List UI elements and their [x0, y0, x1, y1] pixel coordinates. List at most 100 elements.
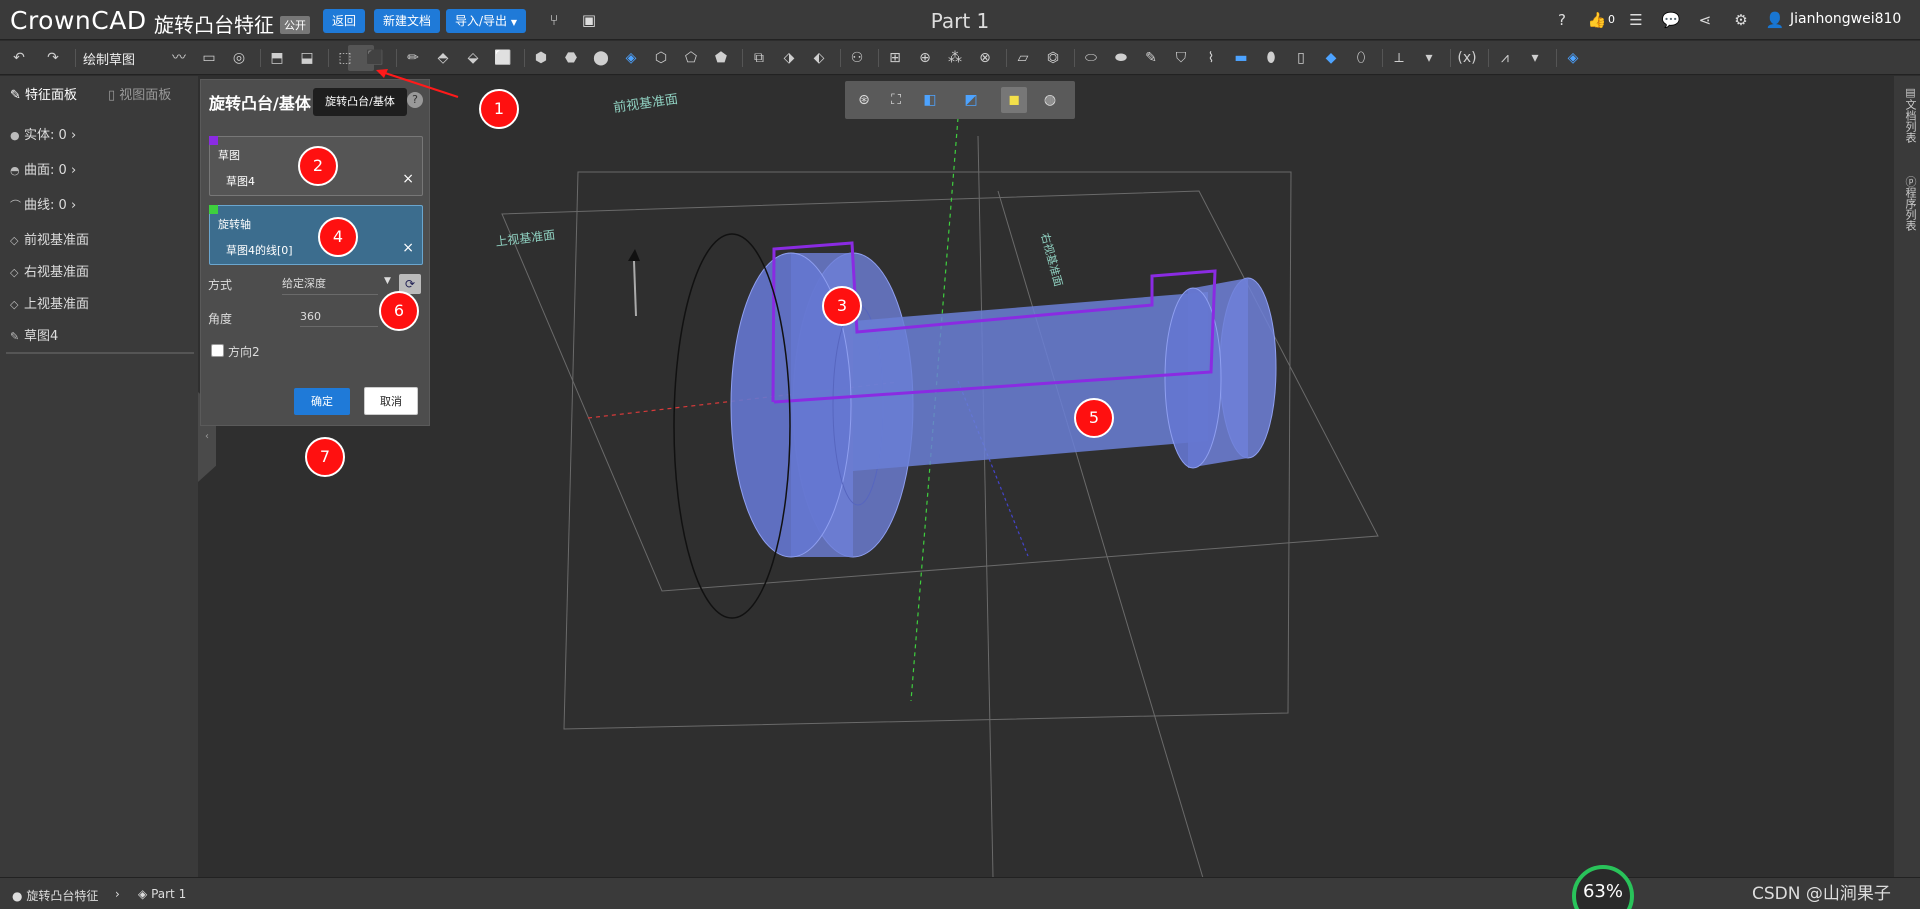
toolbar-tool-icon[interactable]: ⁂: [944, 48, 966, 68]
toolbar-tool-icon[interactable]: ◈: [1562, 48, 1584, 68]
toolbar-tool-icon[interactable]: ⊗: [974, 48, 996, 68]
thumbs-up-icon[interactable]: 👍: [1587, 10, 1607, 30]
toolbar-divider: [878, 49, 879, 67]
toolbar-tool-icon[interactable]: ▯: [1290, 48, 1312, 68]
toolbar-tool-icon[interactable]: ⬜: [492, 48, 514, 68]
tab-view-panel[interactable]: ▯ 视图面板: [108, 84, 171, 103]
toolbar-tool-icon[interactable]: (x): [1456, 48, 1478, 68]
toolbar-tool-icon[interactable]: ◎: [228, 48, 250, 68]
import-export-button[interactable]: 导入/导出 ▼: [446, 9, 527, 33]
toolbar-tool-icon[interactable]: ▬: [1230, 48, 1252, 68]
sketch-clear-icon[interactable]: ×: [402, 171, 414, 187]
breadcrumb-part[interactable]: ◈ Part 1: [138, 887, 186, 901]
toolbar-tool-icon[interactable]: ⚇: [846, 48, 868, 68]
save-icon[interactable]: ▣: [579, 10, 599, 30]
front-plane-label: 前视基准面: [612, 91, 678, 115]
toolbar-divider: [1382, 49, 1383, 67]
toolbar-tool-icon[interactable]: ▭: [198, 48, 220, 68]
new-document-button[interactable]: 新建文档: [374, 9, 441, 33]
sketch-field-label: 草图: [218, 149, 240, 162]
toolbar-tool-icon[interactable]: ⬗: [778, 48, 800, 68]
shaded-display-icon[interactable]: ◼: [1003, 90, 1025, 110]
chevron-down-icon[interactable]: ▼: [384, 276, 391, 286]
3d-viewport[interactable]: 前视基准面 上视基准面 右视基准面 前 Y X: [198, 76, 1894, 877]
toolbar-divider: [1450, 49, 1451, 67]
tree-item-surfaces[interactable]: ◓ 曲面: 0 ›: [10, 159, 76, 178]
toolbar-tool-icon[interactable]: ⊞: [884, 48, 906, 68]
help-icon[interactable]: ?: [1552, 10, 1572, 30]
tree-item-solids[interactable]: ● 实体: 0 ›: [10, 124, 76, 143]
share-icon[interactable]: ⋖: [1695, 10, 1715, 30]
toolbar-tool-icon[interactable]: ⬬: [1110, 48, 1132, 68]
toolbar-tool-icon[interactable]: ⬖: [808, 48, 830, 68]
toolbar-tool-icon[interactable]: ⩘: [1494, 48, 1516, 68]
tree-item-top-plane[interactable]: ◇ 上视基准面: [10, 293, 89, 312]
toolbar-tool-icon[interactable]: ⬡: [650, 48, 672, 68]
method-select[interactable]: 给定深度: [282, 275, 378, 295]
toolbar-tool-icon[interactable]: ⬢: [530, 48, 552, 68]
direction2-checkbox[interactable]: [211, 344, 224, 357]
ok-button[interactable]: 确定: [294, 388, 350, 415]
toolbar-tool-icon[interactable]: ▾: [1524, 48, 1546, 68]
redo-icon[interactable]: ↷: [42, 48, 64, 68]
toolbar-tool-icon[interactable]: ⊕: [914, 48, 936, 68]
angle-input[interactable]: 360: [300, 310, 378, 327]
toolbar-tool-icon[interactable]: ⬯: [1350, 48, 1372, 68]
toolbar-tool-icon[interactable]: ⬟: [710, 48, 732, 68]
list-icon[interactable]: ☰: [1626, 10, 1646, 30]
axis-selection-box[interactable]: 旋转轴 草图4的线[0] ×: [209, 205, 423, 265]
toolbar-tool-icon[interactable]: ⌇: [1200, 48, 1222, 68]
tree-item-curves[interactable]: ⌒ 曲线: 0 ›: [10, 194, 76, 213]
tree-item-sketch4[interactable]: ✎ 草图4: [10, 325, 58, 344]
pencil-icon: ✎: [10, 330, 20, 343]
breadcrumb-separator: ›: [115, 887, 120, 901]
program-list-tab[interactable]: ⓟ程序列表: [1902, 176, 1918, 231]
toolbar-tool-icon[interactable]: ▾: [1418, 48, 1440, 68]
toolbar-tool-icon[interactable]: ⬣: [560, 48, 582, 68]
toolbar-tool-icon[interactable]: ⬒: [266, 48, 288, 68]
toolbar-tool-icon[interactable]: ⧉: [748, 48, 770, 68]
document-list-tab[interactable]: ▤文档列表: [1902, 86, 1918, 143]
user-icon[interactable]: 👤: [1765, 10, 1785, 30]
draw-sketch-button[interactable]: 绘制草图: [83, 49, 135, 68]
tab-feature-panel[interactable]: ✎ 特征面板: [10, 84, 77, 103]
rotation-arrow-stem: [633, 260, 637, 317]
zoom-to-fit-icon[interactable]: ⊛: [853, 90, 875, 110]
toolbar-tool-icon[interactable]: ⬓: [296, 48, 318, 68]
breadcrumb-feature[interactable]: ● 旋转凸台特征: [12, 887, 98, 904]
feature-icon: ●: [12, 889, 23, 903]
chat-icon[interactable]: 💬: [1661, 10, 1681, 30]
toolbar-tool-icon[interactable]: ⬠: [680, 48, 702, 68]
toolbar-tool-icon[interactable]: ⏣: [1042, 48, 1064, 68]
tree-item-front-plane[interactable]: ◇ 前视基准面: [10, 229, 89, 248]
hide-show-icon[interactable]: ◍: [1039, 90, 1061, 110]
view-orientation-icon[interactable]: ◧: [919, 90, 941, 110]
gear-icon[interactable]: ⚙: [1731, 10, 1751, 30]
toolbar-tool-icon[interactable]: ◆: [1320, 48, 1342, 68]
top-plane-label: 上视基准面: [495, 227, 556, 249]
undo-icon[interactable]: ↶: [8, 48, 30, 68]
toolbar-tool-icon[interactable]: ⟂: [1388, 48, 1410, 68]
tree-item-right-plane[interactable]: ◇ 右视基准面: [10, 261, 89, 280]
part-icon: ◈: [138, 887, 148, 901]
toolbar-tool-icon[interactable]: ⬮: [1260, 48, 1282, 68]
axis-clear-icon[interactable]: ×: [402, 240, 414, 256]
toolbar-tool-icon[interactable]: ⏥: [1012, 48, 1034, 68]
cancel-button[interactable]: 取消: [364, 387, 418, 415]
toolbar-tool-icon[interactable]: 〰: [168, 48, 190, 68]
edit-icon: ✎: [10, 88, 21, 103]
toolbar-tool-icon[interactable]: ⬭: [1080, 48, 1102, 68]
zoom-area-icon[interactable]: ⛶: [885, 90, 907, 110]
doc-list-icon: ▤: [1904, 86, 1917, 99]
toolbar-tool-icon[interactable]: ✎: [1140, 48, 1162, 68]
toolbar-tool-icon[interactable]: ⬤: [590, 48, 612, 68]
section-view-icon[interactable]: ◩: [960, 90, 982, 110]
annotation-arrow-line: [381, 71, 459, 98]
toolbar-tool-icon[interactable]: ⬚: [334, 48, 356, 68]
username[interactable]: Jianhongwei810: [1790, 11, 1901, 27]
axis-field-value: 草图4的线[0]: [226, 244, 293, 257]
toolbar-tool-icon[interactable]: ◈: [620, 48, 642, 68]
toolbar-tool-icon[interactable]: ⛉: [1170, 48, 1192, 68]
branch-icon[interactable]: ⑂: [544, 10, 564, 30]
back-button[interactable]: 返回: [323, 9, 366, 33]
